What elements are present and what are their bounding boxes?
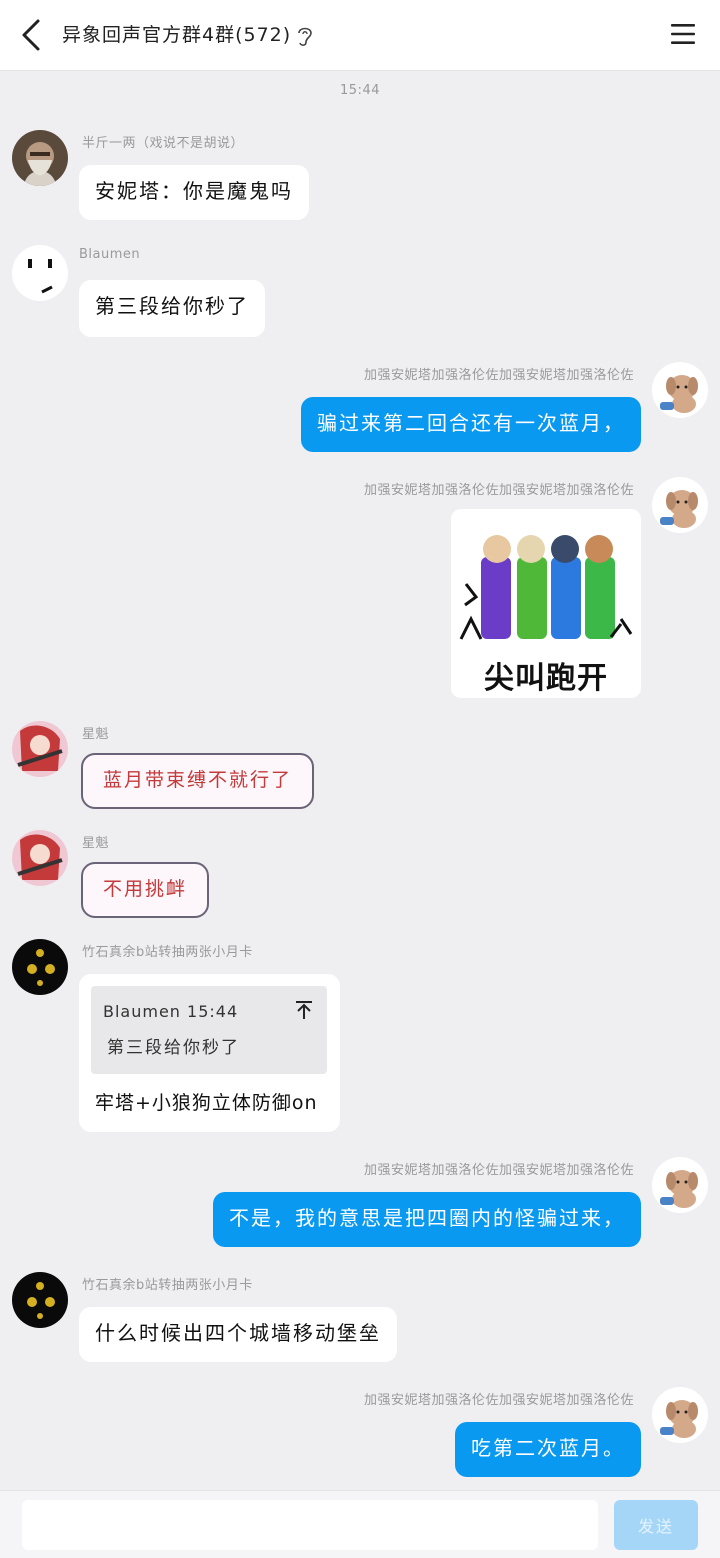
message-bubble[interactable]: 安妮塔：你是魔鬼吗 [79, 165, 309, 220]
avatar[interactable] [652, 477, 708, 533]
quoted-text: 第三段给你秒了 [107, 1038, 240, 1058]
message-bubble[interactable]: 吃第二次蓝月。 [455, 1422, 641, 1477]
chat-title: 异象回声官方群4群(572) [62, 20, 315, 48]
avatar[interactable] [12, 830, 68, 886]
avatar[interactable] [652, 1387, 708, 1443]
sticker-caption: 尖叫跑开 [484, 661, 608, 696]
message-bubble[interactable]: 骗过来第二回合还有一次蓝月， [301, 397, 641, 452]
message-bubble[interactable]: 什么时候出四个城墙移动堡垒 [79, 1307, 397, 1362]
avatar[interactable] [12, 130, 68, 186]
sender-name: 星魁 [82, 727, 110, 742]
sender-name: 竹石真余b站转抽两张小月卡 [82, 945, 253, 960]
avatar[interactable] [12, 245, 68, 301]
menu-button[interactable] [670, 22, 696, 46]
quoted-message[interactable]: Blaumen 15:44 第三段给你秒了 [91, 986, 327, 1074]
sender-name: 加强安妮塔加强洛伦佐加强安妮塔加强洛伦佐 [363, 1393, 634, 1408]
sender-name: Blaumen [79, 247, 141, 262]
sender-name: 加强安妮塔加强洛伦佐加强安妮塔加强洛伦佐 [363, 483, 634, 498]
sticker-image[interactable]: 尖叫跑开 [451, 509, 641, 698]
sender-name: 竹石真余b站转抽两张小月卡 [82, 1278, 253, 1293]
message-bubble[interactable]: 第三段给你秒了 [79, 280, 265, 337]
scroll-to-top-icon[interactable] [295, 1000, 313, 1020]
chat-title-text: 异象回声官方群4群(572) [62, 24, 292, 46]
message-input[interactable] [22, 1500, 598, 1550]
sender-name: 半斤一两（戏说不是胡说） [82, 136, 245, 151]
sender-name: 加强安妮塔加强洛伦佐加强安妮塔加强洛伦佐 [363, 1163, 634, 1178]
reply-text: 牢塔+小狼狗立体防御on [95, 1092, 318, 1114]
back-button[interactable] [14, 15, 50, 55]
avatar[interactable] [12, 721, 68, 777]
ear-icon[interactable] [295, 24, 315, 48]
message-bubble[interactable]: 不用挑衅 [81, 862, 210, 918]
hamburger-menu-icon [671, 24, 695, 44]
send-button[interactable]: 发送 [614, 1500, 698, 1550]
chat-header: 异象回声官方群4群(572) [0, 0, 720, 71]
message-bubble[interactable]: Blaumen 15:44 第三段给你秒了 牢塔+小狼狗立体防御on [79, 974, 340, 1132]
chevron-left-icon [22, 19, 40, 51]
chat-timestamp: 15:44 [340, 83, 380, 98]
avatar[interactable] [652, 362, 708, 418]
message-bubble[interactable]: 蓝月带束缚不就行了 [81, 753, 315, 809]
message-bubble[interactable]: 不是，我的意思是把四圈内的怪骗过来， [213, 1192, 641, 1247]
sender-name: 星魁 [82, 836, 110, 851]
avatar[interactable] [12, 939, 68, 995]
quoted-sender-time: Blaumen 15:44 [103, 1002, 239, 1021]
avatar[interactable] [12, 1272, 68, 1328]
sender-name: 加强安妮塔加强洛伦佐加强安妮塔加强洛伦佐 [363, 368, 634, 383]
avatar[interactable] [652, 1157, 708, 1213]
input-bar: 发送 [0, 1490, 720, 1558]
